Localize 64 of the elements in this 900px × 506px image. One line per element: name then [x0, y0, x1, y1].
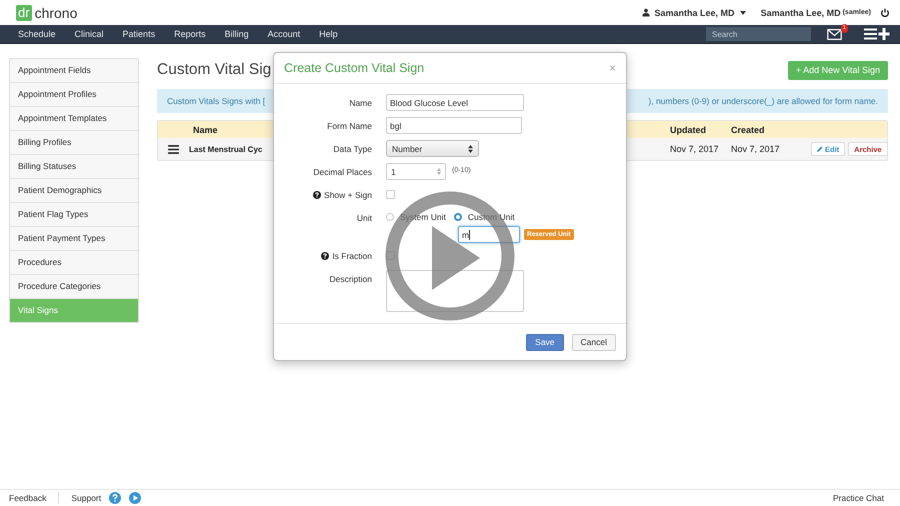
- sidebar-item[interactable]: Procedure Categories: [10, 275, 138, 299]
- footer-link[interactable]: Feedback: [9, 493, 46, 503]
- play-icon[interactable]: [129, 492, 142, 504]
- table-cell: Last Menstrual Cyc: [189, 144, 262, 154]
- drag-handle-icon[interactable]: [168, 144, 179, 154]
- power-icon[interactable]: [880, 8, 890, 18]
- info-text: Custom Vitals Signs with [: [167, 96, 266, 106]
- updown-icon: [468, 144, 473, 152]
- dialog-title: Create Custom Vital Sign: [284, 61, 424, 75]
- field-label: Decimal Places: [313, 167, 372, 177]
- sidebar-item[interactable]: Appointment Profiles: [10, 83, 138, 107]
- table-cell-text: Nov 7, 2017: [731, 144, 781, 154]
- sidebar-item[interactable]: Billing Profiles: [10, 131, 138, 155]
- save-button[interactable]: Save: [526, 334, 564, 350]
- practice-chat-link[interactable]: Practice Chat: [832, 493, 884, 503]
- caret-icon: [740, 10, 746, 14]
- help-icon[interactable]: [321, 252, 330, 260]
- account-name: Samantha Lee, MD: [760, 8, 841, 18]
- field-label: Data Type: [333, 144, 372, 154]
- nav-link[interactable]: Billing: [224, 29, 249, 39]
- mail-icon[interactable]: [827, 28, 842, 40]
- sidebar-item[interactable]: Patient Demographics: [10, 179, 138, 203]
- menu-plus-icon[interactable]: [864, 28, 890, 40]
- text-field[interactable]: bgl: [386, 117, 522, 134]
- user-menu[interactable]: Samantha Lee, MD: [654, 8, 746, 18]
- sidebar-item[interactable]: Billing Statuses: [10, 155, 138, 179]
- info-text: ), numbers (0-9) or underscore(_) are allowed for form name.: [648, 96, 878, 106]
- sidebar-item[interactable]: Appointment Fields: [10, 59, 138, 83]
- nav-link[interactable]: Clinical: [74, 29, 104, 39]
- nav-link[interactable]: Account: [268, 29, 300, 39]
- nav-link[interactable]: Patients: [122, 29, 156, 39]
- field-label: Is Fraction: [332, 251, 372, 261]
- radio-button[interactable]: [454, 213, 462, 221]
- column-header: Updated: [670, 124, 707, 134]
- data-type-select[interactable]: Number: [386, 140, 479, 157]
- sidebar-item[interactable]: Procedures: [10, 251, 138, 275]
- pencil-icon: [817, 146, 823, 152]
- field-label: Form Name: [327, 121, 372, 131]
- footer-link[interactable]: Support: [71, 493, 102, 503]
- field-label: Unit: [356, 213, 372, 223]
- nav-link[interactable]: Schedule: [18, 29, 56, 39]
- number-field[interactable]: 1: [386, 163, 446, 180]
- spinner-icon: [437, 168, 441, 175]
- sidebar-item[interactable]: Patient Flag Types: [10, 203, 138, 227]
- radio-button[interactable]: [386, 213, 394, 221]
- nav-link[interactable]: Reports: [174, 29, 206, 39]
- column-header: Name: [193, 124, 218, 134]
- page-title: Custom Vital Sig: [157, 61, 272, 79]
- cancel-button[interactable]: Cancel: [572, 334, 616, 350]
- column-header: Created: [731, 124, 766, 134]
- help-icon[interactable]: [313, 191, 322, 199]
- sidebar-item[interactable]: Appointment Templates: [10, 107, 138, 131]
- checkbox[interactable]: [386, 190, 395, 199]
- sidebar-item[interactable]: Patient Payment Types: [10, 227, 138, 251]
- nav-link[interactable]: Help: [319, 29, 338, 39]
- field-label: Description: [329, 274, 372, 284]
- person-icon: [642, 8, 650, 17]
- search-field[interactable]: Search: [706, 27, 811, 41]
- field-label: Name: [349, 98, 372, 108]
- radio-label: Custom Unit: [468, 212, 515, 222]
- field-label: Show + Sign: [324, 190, 372, 200]
- table-cell-text: Nov 7, 2017: [670, 144, 720, 154]
- logo-text: chrono: [34, 4, 78, 20]
- text-field[interactable]: Blood Glucose Level: [386, 94, 524, 111]
